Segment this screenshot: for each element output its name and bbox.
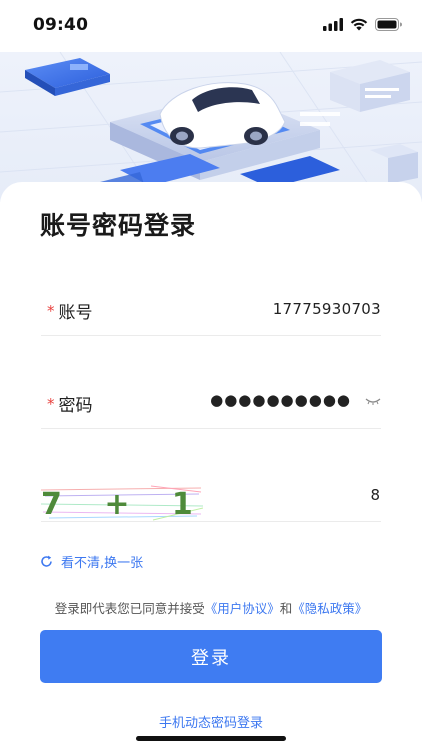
hero-banner [0, 52, 422, 202]
captcha-input[interactable]: 8 [370, 486, 380, 504]
account-label: * 账号 [47, 298, 93, 323]
agreement-conjunction: 和 [279, 601, 293, 616]
refresh-icon [41, 555, 52, 567]
captcha-image[interactable]: 7 + 1 = [41, 482, 203, 522]
wifi-icon [350, 18, 368, 31]
agreement-text: 登录即代表您已同意并接受《用户协议》和《隐私政策》 [0, 598, 422, 617]
signal-icon [323, 18, 343, 31]
captcha-text: 7 + 1 = [41, 487, 203, 522]
account-input[interactable]: 17775930703 [273, 300, 381, 318]
password-input[interactable]: ●●●●●●●●●● [210, 391, 351, 409]
battery-icon [375, 18, 402, 31]
login-button[interactable]: 登录 [40, 630, 382, 683]
user-agreement-link[interactable]: 《用户协议》 [205, 601, 280, 616]
car-illustration [0, 52, 422, 202]
agreement-prefix: 登录即代表您已同意并接受 [54, 601, 205, 616]
account-field[interactable]: * 账号 17775930703 [41, 292, 381, 336]
captcha-field[interactable]: 7 + 1 = 8 [41, 482, 381, 522]
home-indicator [136, 736, 286, 741]
password-label-text: 密码 [58, 396, 93, 416]
status-icons [323, 18, 402, 31]
login-card: 账号密码登录 *账号 17775930703 *密码 ●●●●●●●●●● [0, 182, 422, 750]
password-label: * 密码 [47, 391, 93, 416]
required-mark: * [47, 302, 55, 320]
privacy-policy-link[interactable]: 《隐私政策》 [292, 601, 367, 616]
eye-closed-icon[interactable] [365, 397, 381, 406]
sms-login-link[interactable]: 手机动态密码登录 [0, 712, 422, 731]
refresh-captcha-button[interactable]: 看不清,换一张 [40, 552, 143, 571]
status-bar: 09:40 [0, 0, 422, 52]
page-title: 账号密码登录 [40, 211, 197, 240]
account-label-text: 账号 [58, 303, 93, 323]
status-time: 09:40 [33, 15, 89, 35]
required-mark: * [47, 395, 55, 413]
refresh-label: 看不清,换一张 [61, 556, 144, 571]
password-field[interactable]: * 密码 ●●●●●●●●●● [41, 385, 381, 429]
